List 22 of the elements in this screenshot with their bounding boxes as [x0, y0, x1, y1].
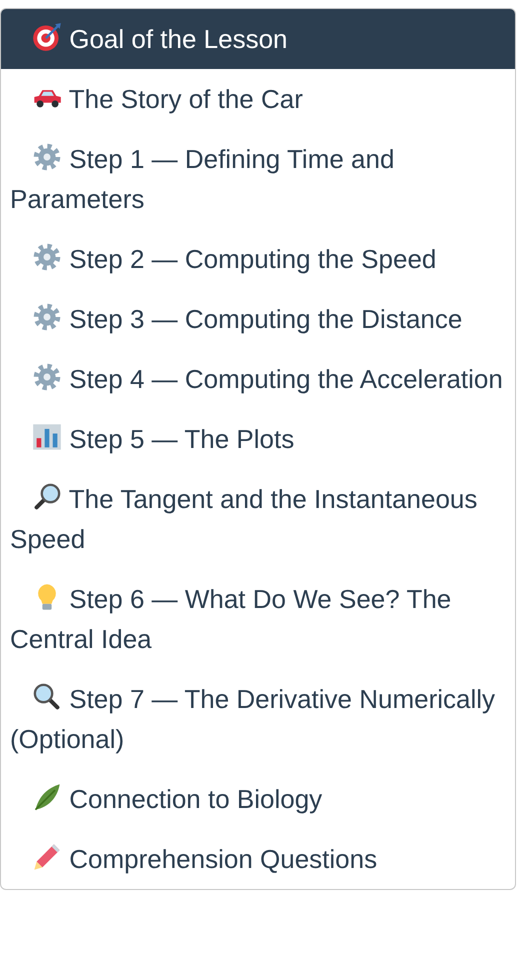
- gear-icon: [32, 142, 62, 172]
- target-icon: [32, 22, 62, 52]
- gear-icon: [32, 362, 62, 392]
- magnifier-icon: [32, 682, 62, 712]
- bar-chart-icon: [32, 422, 62, 452]
- toc-link[interactable]: The Story of the Car: [1, 69, 515, 129]
- toc-link[interactable]: Step 3 — Computing the Distance: [1, 289, 515, 349]
- toc-link[interactable]: Step 2 — Computing the Speed: [1, 229, 515, 289]
- toc-link[interactable]: Step 1 — Defining Time and Parameters: [1, 129, 515, 229]
- pencil-icon: [32, 842, 62, 872]
- toc-link[interactable]: The Tangent and the Instantaneous Speed: [1, 469, 515, 569]
- gear-icon: [32, 302, 62, 332]
- toc-link[interactable]: Comprehension Questions: [1, 829, 515, 889]
- gear-icon: [32, 242, 62, 272]
- toc-link[interactable]: Step 6 — What Do We See? The Central Idea: [1, 569, 515, 669]
- magnifier-icon: [32, 482, 62, 512]
- toc-link[interactable]: Step 4 — Computing the Acceleration: [1, 349, 515, 409]
- leaf-icon: [32, 782, 62, 812]
- toc-link[interactable]: Step 7 — The Derivative Numerically (Optional): [1, 669, 515, 769]
- toc-link[interactable]: Goal of the Lesson: [1, 9, 515, 69]
- toc-link[interactable]: Connection to Biology: [1, 769, 515, 829]
- toc-link[interactable]: Step 5 — The Plots: [1, 409, 515, 469]
